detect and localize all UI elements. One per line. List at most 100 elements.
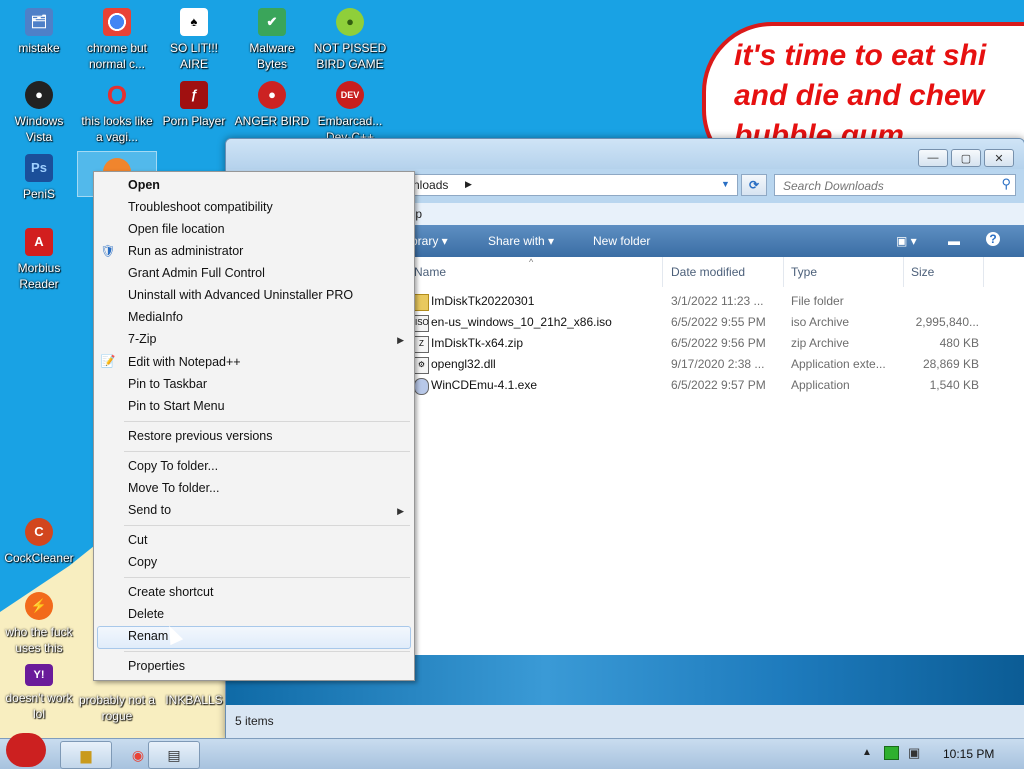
menu-item-troubleshoot[interactable]: Troubleshoot compatibility — [128, 197, 273, 217]
desktop-icon-cockcleaner[interactable]: C CockCleaner — [0, 512, 78, 566]
desktop-icon-rogue[interactable]: probably not a rogue — [78, 692, 156, 724]
taskbar-explorer-button[interactable]: ▆ — [60, 741, 112, 769]
desktop-icon-so-lit[interactable]: ♠ SO LIT!!! AIRE — [155, 2, 233, 72]
desktop-icon-label: Windows Vista — [14, 114, 64, 144]
include-in-library-button[interactable]: brary ▾ — [411, 234, 448, 248]
desktop-icon-anger-bird[interactable]: ● ANGER BIRD — [233, 75, 311, 129]
lightning-icon: ⚡ — [25, 592, 53, 620]
breadcrumb: nloads — [413, 178, 449, 192]
menu-item-grant-admin[interactable]: Grant Admin Full Control — [128, 263, 265, 283]
menu-item-7zip[interactable]: 7-Zip — [128, 329, 156, 349]
menu-separator — [124, 525, 410, 526]
menu-item-uninstall[interactable]: Uninstall with Advanced Uninstaller PRO — [128, 285, 353, 305]
desktop-icon-label: chrome but normal c... — [86, 41, 148, 71]
folder-icon — [414, 294, 429, 311]
desktop-icon-label: Porn Player — [162, 114, 226, 128]
close-button[interactable]: ✕ — [984, 149, 1014, 167]
file-type: Application exte... — [791, 357, 886, 371]
menu-item-open-location[interactable]: Open file location — [128, 219, 225, 239]
desktop-icon-label: this looks like a vagi... — [81, 114, 153, 144]
acrobat-icon: A — [25, 228, 53, 256]
file-size: 28,869 KB — [922, 357, 979, 371]
ccleaner-icon: C — [25, 518, 53, 546]
angry-bird-icon — [6, 733, 46, 767]
menu-item-mediainfo[interactable]: MediaInfo — [128, 307, 183, 327]
help-icon[interactable]: ? — [986, 232, 1000, 246]
preview-pane-icon[interactable]: ▬ — [948, 234, 960, 248]
taskbar-app-button[interactable]: ▤ — [148, 741, 200, 769]
menu-item-delete[interactable]: Delete — [128, 604, 164, 624]
item-count: 5 items — [235, 714, 274, 728]
desktop-icon-label: NOT PISSED BIRD GAME — [313, 41, 387, 71]
terminal-icon: ▤ — [167, 746, 181, 763]
menu-item-run-admin[interactable]: Run as administrator — [128, 241, 243, 261]
menu-item-pin-start[interactable]: Pin to Start Menu — [128, 396, 225, 416]
desktop-icon-opera[interactable]: O this looks like a vagi... — [78, 75, 156, 145]
window-titlebar[interactable]: — ▢ ✕ — [226, 139, 1024, 169]
menu-item-copy[interactable]: Copy — [128, 552, 157, 572]
column-header-date[interactable]: Date modified — [671, 257, 784, 287]
desktop-icon-windows-vista[interactable]: ● Windows Vista — [0, 75, 78, 145]
taskbar-clock[interactable]: 10:15 PM — [943, 747, 994, 761]
menu-item-cut[interactable]: Cut — [128, 530, 147, 550]
address-bar[interactable]: nloads ▶ ▼ — [406, 174, 738, 196]
breadcrumb-arrow-icon[interactable]: ▶ — [465, 179, 472, 190]
menu-item-pin-taskbar[interactable]: Pin to Taskbar — [128, 374, 207, 394]
desktop-icon-label: who the fuck uses this — [5, 625, 73, 655]
menu-item-notepad[interactable]: Edit with Notepad++ — [128, 352, 241, 372]
desktop-icon-yahoo[interactable]: Y! doesn't work lol — [0, 658, 78, 722]
desktop-icon-porn-player[interactable]: ƒ Porn Player — [155, 75, 233, 129]
menu-separator — [124, 577, 410, 578]
desktop-icon-label: INKBALLS — [165, 693, 223, 707]
desktop-icon-label: SO LIT!!! AIRE — [169, 41, 218, 71]
close-icon: ✕ — [994, 152, 1004, 165]
view-options-icon[interactable]: ▣ ▾ — [896, 234, 917, 248]
battery-icon[interactable] — [884, 746, 899, 760]
file-size: 480 KB — [939, 336, 979, 350]
menu-item-properties[interactable]: Properties — [128, 656, 185, 676]
maximize-button[interactable]: ▢ — [951, 149, 981, 167]
desktop-icon-inkballs[interactable]: INKBALLS — [155, 692, 233, 708]
desktop-icon-label: mistake — [18, 41, 60, 55]
desktop-icon-malwarebytes[interactable]: ✔ Malware Bytes — [233, 2, 311, 72]
folder-icon: 🗂 — [25, 8, 53, 36]
menu-separator — [124, 421, 410, 422]
menu-item-copy-to[interactable]: Copy To folder... — [128, 456, 218, 476]
column-header-name[interactable]: Name — [414, 257, 663, 287]
menu-item-create-shortcut[interactable]: Create shortcut — [128, 582, 213, 602]
menu-item-open[interactable]: Open — [128, 175, 160, 195]
desktop-icon-label: doesn't work lol — [5, 691, 73, 721]
network-icon[interactable]: ▣ — [908, 745, 920, 761]
file-name: ImDiskTk-x64.zip — [431, 336, 524, 350]
search-input[interactable] — [781, 178, 995, 194]
share-with-button[interactable]: Share with ▾ — [488, 234, 554, 248]
cards-icon: ♠ — [180, 8, 208, 36]
search-icon[interactable]: ⚲ — [1001, 176, 1011, 192]
desktop-icon-avast[interactable]: ⚡ who the fuck uses this — [0, 586, 78, 656]
tray-expand-icon[interactable]: ▲ — [862, 747, 872, 758]
file-name: ImDiskTk20220301 — [431, 294, 535, 308]
minimize-button[interactable]: — — [918, 149, 948, 167]
desktop-icon-chrome[interactable]: chrome but normal c... — [78, 2, 156, 72]
menu-item-move-to[interactable]: Move To folder... — [128, 478, 220, 498]
refresh-button[interactable]: ⟳ — [741, 174, 767, 196]
desktop-icon-morbius-reader[interactable]: A Morbius Reader — [0, 222, 78, 292]
desktop-icon-bird-game[interactable]: ● NOT PISSED BIRD GAME — [311, 2, 389, 72]
minimize-icon: — — [927, 152, 939, 164]
file-size: 1,540 KB — [929, 378, 979, 392]
start-button[interactable] — [2, 731, 50, 769]
new-folder-button[interactable]: New folder — [593, 234, 650, 248]
notepad-icon: 📝 — [100, 354, 116, 368]
desktop-icon-devcpp[interactable]: DEV Embarcad... Dev-C++ — [311, 75, 389, 145]
chrome-icon — [103, 8, 131, 36]
menu-item-send-to[interactable]: Send to — [128, 500, 171, 520]
column-header-size[interactable]: Size — [911, 257, 984, 287]
yahoo-icon: Y! — [25, 664, 53, 686]
column-header-type[interactable]: Type — [791, 257, 904, 287]
desktop-icon-penis[interactable]: Ps PeniS — [0, 148, 78, 202]
menu-item-restore[interactable]: Restore previous versions — [128, 426, 273, 446]
address-dropdown-icon[interactable]: ▼ — [721, 179, 730, 189]
file-type: Application — [791, 378, 850, 392]
pig-icon: ● — [336, 8, 364, 36]
desktop-icon-mistake[interactable]: 🗂 mistake — [0, 2, 78, 56]
